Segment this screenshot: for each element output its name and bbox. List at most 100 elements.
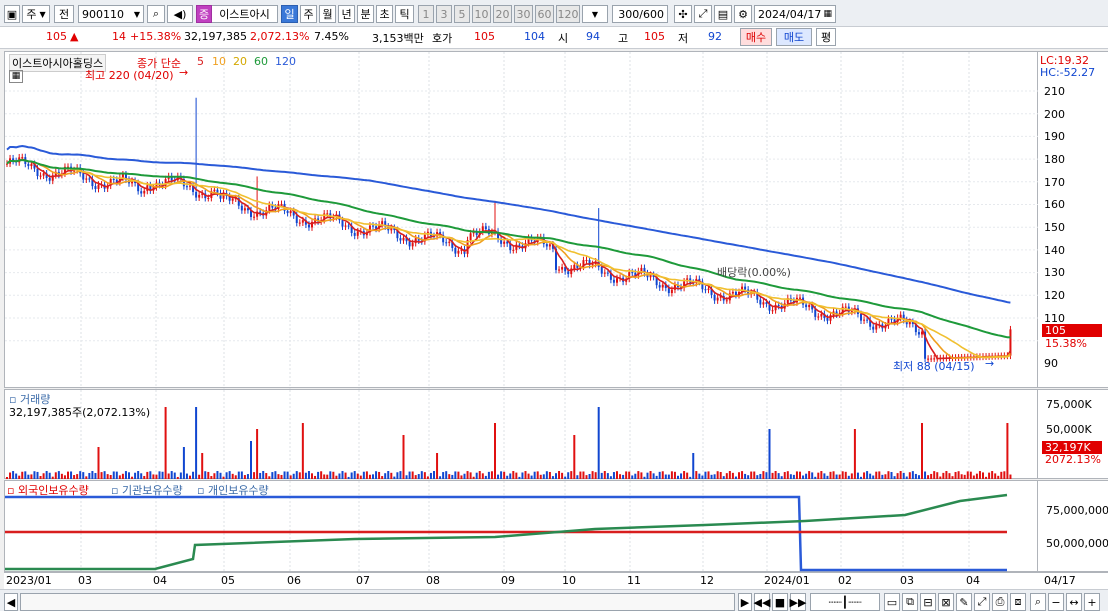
overlay-icon[interactable]: ⧉ (902, 593, 918, 611)
speaker-icon[interactable]: ◀) (167, 5, 193, 23)
count-field[interactable]: 300/600 (612, 5, 668, 23)
volume-bar (463, 473, 466, 479)
interval-button-second[interactable]: 초 (376, 5, 393, 23)
volume-bar (411, 471, 414, 479)
scroll-left-icon[interactable]: ◀ (4, 593, 18, 611)
interval-button-month[interactable]: 월 (319, 5, 336, 23)
stock-name-field[interactable]: 이스트아시 (212, 5, 278, 23)
buy-button[interactable]: 매수 (740, 28, 772, 46)
zoom-in-icon[interactable]: + (1084, 593, 1100, 611)
volume-bar (890, 472, 893, 479)
candle-body (817, 316, 820, 318)
x-tick: 09 (501, 574, 515, 587)
prev-button[interactable]: 전 (54, 5, 74, 23)
gear-icon[interactable]: ⚙ (734, 5, 752, 23)
chart-type-icon[interactable]: ▭ (884, 593, 900, 611)
volume-pane[interactable]: ▫ 거래량 32,197,385주(2,072.13%) (4, 389, 1038, 480)
holder-pane[interactable]: ▫ 외국인보유수량 ▫ 기관보유수량 ▫ 개인보유수량 (4, 480, 1038, 573)
scroll-right-icon[interactable]: ▶ (738, 593, 752, 611)
number-button-20[interactable]: 20 (493, 5, 512, 23)
calculator-icon[interactable]: ▦ (9, 70, 23, 83)
candle-body (408, 241, 411, 247)
zoom-slider[interactable]: ┈┈┃┈┈ (810, 593, 880, 611)
candle-body (347, 225, 350, 227)
date-input[interactable]: 2024/04/17 ▦ (754, 5, 836, 23)
number-button-10[interactable]: 10 (472, 5, 491, 23)
number-button-60[interactable]: 60 (535, 5, 554, 23)
interval-button-year[interactable]: 년 (338, 5, 355, 23)
number-button-120[interactable]: 120 (556, 5, 580, 23)
volume-bar (951, 476, 954, 479)
magnify-icon[interactable]: ⌕ (1030, 593, 1046, 611)
number-button-1[interactable]: 1 (418, 5, 434, 23)
custom-number-select[interactable]: ▼ (582, 5, 608, 23)
interval-button-tick[interactable]: 틱 (395, 5, 414, 23)
volume-bar (347, 476, 350, 479)
zoom-reset-icon[interactable]: ↔ (1066, 593, 1082, 611)
number-button-3[interactable]: 3 (436, 5, 452, 23)
compare-icon[interactable]: ⊟ (920, 593, 936, 611)
interval-button-week[interactable]: 주 (300, 5, 317, 23)
indicator-icon[interactable]: ⊠ (938, 593, 954, 611)
volume-bar (192, 471, 195, 479)
volume-bar (545, 471, 548, 479)
volume-bar (9, 472, 12, 479)
save-icon[interactable]: ▤ (714, 5, 732, 23)
price-scale[interactable]: LC:19.32 HC:-52.27 210 200 190 180 170 1… (1038, 51, 1108, 388)
volume-bar (121, 473, 124, 479)
fast-forward-icon[interactable]: ▶▶ (790, 593, 806, 611)
volume-bar (594, 472, 597, 479)
search-icon[interactable]: ⌕ (147, 5, 165, 23)
crosshair-icon[interactable]: ✣ (674, 5, 692, 23)
stock-code-input[interactable]: 900110 ▼ (78, 5, 144, 23)
moving-average-line (6, 144, 1011, 304)
number-button-5[interactable]: 5 (454, 5, 470, 23)
volume-bar (771, 472, 774, 479)
price-pane[interactable]: 이스트아시아홀딩스 종가 단순 5 10 20 60 120 ▦ 최고 220 … (4, 51, 1039, 389)
interval-button-day[interactable]: 일 (281, 5, 298, 23)
window-icon[interactable]: ⧈ (1010, 593, 1026, 611)
volume-bar (680, 473, 683, 479)
volume-bar (972, 475, 975, 479)
period-select[interactable]: 주 ▼ (22, 5, 50, 23)
candle-body (558, 269, 561, 271)
volume-bar (597, 407, 600, 479)
volume-bar (817, 472, 820, 479)
volume-bar (216, 471, 219, 479)
dividend-annotation: 배당락(0.00%) (717, 266, 791, 279)
candle-body (97, 184, 100, 189)
number-button-30[interactable]: 30 (514, 5, 533, 23)
volume-scale[interactable]: 75,000K 50,000K 32,197K 2072.13% (1038, 389, 1108, 479)
volume-bar (246, 474, 249, 479)
volume-bar (253, 472, 256, 479)
candle-body (670, 289, 673, 294)
volume-bar (512, 471, 515, 479)
holder-scale[interactable]: 75,000,000 50,000,000 (1038, 480, 1108, 572)
volume-bar (503, 471, 506, 479)
rewind-icon[interactable]: ◀◀ (754, 593, 770, 611)
volume-bar (225, 472, 228, 479)
stop-icon[interactable]: ■ (772, 593, 788, 611)
horizontal-scrollbar[interactable] (20, 593, 735, 611)
volume-bar (12, 471, 15, 479)
volume-bar (189, 475, 191, 479)
print-icon[interactable]: ⎙ (992, 593, 1008, 611)
candle-body (661, 284, 664, 288)
eval-button[interactable]: 평 (816, 28, 836, 46)
volume-bar (286, 471, 289, 479)
x-axis: 2023/01 03 04 05 06 07 08 09 10 11 12 20… (4, 572, 1108, 589)
volume-bar (179, 472, 182, 479)
candle-body (860, 313, 862, 321)
sell-button[interactable]: 매도 (776, 28, 812, 46)
volume-bar (344, 472, 347, 479)
zoom-out-icon[interactable]: − (1048, 593, 1064, 611)
volume-bar (975, 473, 978, 479)
interval-button-minute[interactable]: 분 (357, 5, 374, 23)
volume-bar (765, 472, 768, 479)
candle-body (484, 226, 487, 230)
drawing-icon[interactable]: ✎ (956, 593, 972, 611)
chevron-down-icon: ▼ (39, 9, 46, 19)
expand-icon[interactable]: ⤢ (694, 5, 712, 23)
layout-icon[interactable]: ▣ (4, 5, 20, 23)
fit-icon[interactable]: ⤢ (974, 593, 990, 611)
